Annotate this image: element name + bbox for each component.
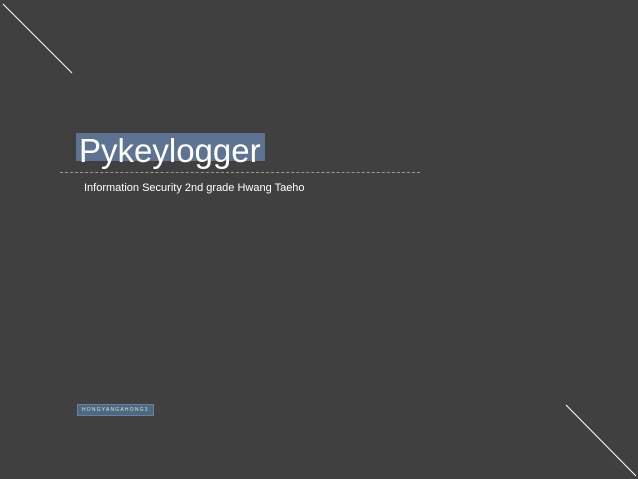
slide-subtitle: Information Security 2nd grade Hwang Tae… bbox=[84, 182, 305, 194]
logo-text: HONGYANGAHONG3 bbox=[82, 407, 149, 413]
title-dashed-divider bbox=[60, 172, 420, 173]
presentation-slide: Pykeylogger Information Security 2nd gra… bbox=[0, 0, 638, 479]
bottom-right-diagonal-line bbox=[565, 404, 637, 477]
title-highlight-box: Pykeylogger bbox=[76, 133, 265, 167]
slide-title: Pykeylogger bbox=[79, 132, 261, 169]
top-left-diagonal-line bbox=[2, 3, 73, 74]
logo-badge: HONGYANGAHONG3 bbox=[77, 404, 154, 416]
